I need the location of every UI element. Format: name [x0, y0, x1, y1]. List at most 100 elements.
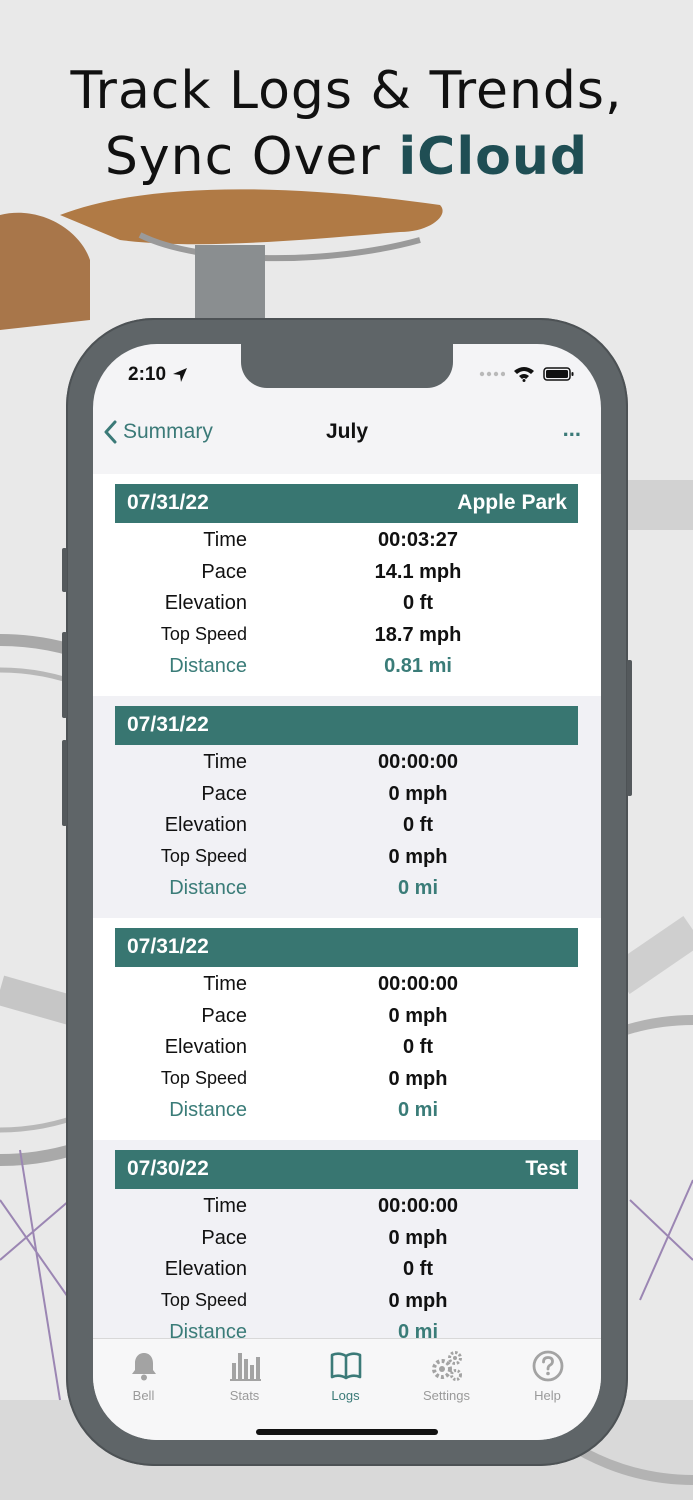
- pace-row: Pace 0 mph: [93, 1224, 601, 1255]
- log-card[interactable]: 07/30/22 Test Time 00:00:00 Pace 0 mph Ele…: [93, 1140, 601, 1338]
- distance-value: 0 mi: [397, 877, 439, 899]
- top-speed-label: Top Speed: [160, 846, 247, 866]
- log-card-header: 07/30/22 Test: [115, 1150, 578, 1189]
- phone-volume-up: [62, 632, 67, 718]
- log-date: 07/31/22: [127, 935, 209, 958]
- top-speed-value: 0 mph: [388, 846, 448, 868]
- tab-logs-label: Logs: [331, 1388, 360, 1403]
- signal-dots-icon: [479, 371, 505, 377]
- log-card-header: 07/31/22: [115, 706, 578, 745]
- bell-icon: [131, 1353, 156, 1381]
- elevation-value: 0 ft: [403, 814, 433, 836]
- distance-row: Distance 0 mi: [93, 1096, 601, 1127]
- distance-label: Distance: [169, 1321, 247, 1338]
- time-row: Time 00:00:00: [93, 970, 601, 1001]
- elevation-value: 0 ft: [403, 1036, 433, 1058]
- log-card-header: 07/31/22 Apple Park: [115, 484, 578, 523]
- tab-bell-label: Bell: [132, 1388, 155, 1403]
- log-date: 07/31/22: [127, 491, 209, 514]
- home-indicator: [256, 1429, 438, 1435]
- elevation-label: Elevation: [164, 592, 247, 614]
- elevation-label: Elevation: [164, 1258, 247, 1280]
- headline-accent: iCloud: [398, 127, 589, 187]
- pace-label: Pace: [201, 1227, 247, 1249]
- headline-line-1: Track Logs & Trends,: [70, 61, 623, 121]
- status-time: 2:10: [128, 364, 167, 385]
- more-button[interactable]: ...: [563, 416, 581, 442]
- distance-label: Distance: [169, 1099, 247, 1121]
- pace-value: 0 mph: [388, 1227, 448, 1249]
- log-location: Test: [525, 1157, 567, 1180]
- tab-bell[interactable]: Bell: [93, 1349, 194, 1403]
- time-row: Time 00:03:27: [93, 526, 601, 557]
- phone-volume-down: [62, 740, 67, 826]
- tab-logs[interactable]: Logs: [295, 1349, 396, 1403]
- top-speed-row: Top Speed 18.7 mph: [93, 621, 601, 652]
- page-title: July: [325, 420, 369, 443]
- elevation-label: Elevation: [164, 814, 247, 836]
- time-label: Time: [203, 1195, 247, 1217]
- pace-label: Pace: [201, 783, 247, 805]
- headline-line-2-prefix: Sync Over: [104, 127, 399, 187]
- phone-mute-switch: [62, 548, 67, 592]
- top-speed-label: Top Speed: [160, 1068, 247, 1088]
- distance-label: Distance: [169, 877, 247, 899]
- time-row: Time 00:00:00: [93, 748, 601, 779]
- tab-stats[interactable]: Stats: [194, 1349, 295, 1403]
- time-value: 00:00:00: [377, 751, 459, 773]
- time-value: 00:00:00: [377, 1195, 459, 1217]
- battery-icon: [543, 367, 574, 381]
- distance-row: Distance 0 mi: [93, 874, 601, 905]
- elevation-value: 0 ft: [403, 1258, 433, 1280]
- elevation-row: Elevation 0 ft: [93, 1255, 601, 1286]
- top-speed-row: Top Speed 0 mph: [93, 843, 601, 874]
- location-arrow-icon: [173, 368, 187, 382]
- headline-line-2: Sync Over iCloud: [0, 124, 693, 190]
- top-speed-label: Top Speed: [160, 624, 247, 644]
- log-list[interactable]: 07/31/22 Apple Park Time 00:03:27 Pace 14.…: [93, 474, 601, 1338]
- phone-screen: 2:10 Summary July ... 07/31/22 Apple Par…: [93, 344, 601, 1440]
- tab-help[interactable]: Help: [497, 1349, 598, 1403]
- distance-value: 0 mi: [397, 1321, 439, 1338]
- wifi-icon: [514, 367, 534, 382]
- log-card[interactable]: 07/31/22 Apple Park Time 00:03:27 Pace 14.…: [93, 474, 601, 696]
- time-row: Time 00:00:00: [93, 1192, 601, 1223]
- time-label: Time: [203, 529, 247, 551]
- time-value: 00:00:00: [377, 973, 459, 995]
- pace-row: Pace 0 mph: [93, 780, 601, 811]
- elevation-row: Elevation 0 ft: [93, 589, 601, 620]
- elevation-row: Elevation 0 ft: [93, 1033, 601, 1064]
- pace-value: 0 mph: [388, 783, 448, 805]
- distance-label: Distance: [169, 655, 247, 677]
- pace-label: Pace: [201, 561, 247, 583]
- pace-value: 14.1 mph: [374, 561, 462, 583]
- tab-stats-label: Stats: [229, 1388, 260, 1403]
- bar-chart-icon: [229, 1353, 261, 1381]
- top-speed-row: Top Speed 0 mph: [93, 1065, 601, 1096]
- navigation-bar: Summary July ...: [93, 404, 601, 474]
- gears-icon: [431, 1351, 462, 1381]
- top-speed-row: Top Speed 0 mph: [93, 1287, 601, 1318]
- tab-settings[interactable]: Settings: [396, 1349, 497, 1403]
- log-date: 07/30/22: [127, 1157, 209, 1180]
- distance-value: 0 mi: [397, 1099, 439, 1121]
- question-circle-icon: [532, 1350, 563, 1382]
- tab-bar: Bell Stats Logs Settings Help: [93, 1338, 601, 1440]
- log-date: 07/31/22: [127, 713, 209, 736]
- log-location: Apple Park: [457, 491, 567, 514]
- phone-notch: [241, 344, 453, 388]
- tab-help-label: Help: [534, 1388, 561, 1403]
- log-card[interactable]: 07/31/22 Time 00:00:00 Pace 0 mph Elevatio…: [93, 696, 601, 918]
- top-speed-label: Top Speed: [160, 1290, 247, 1310]
- elevation-row: Elevation 0 ft: [93, 811, 601, 842]
- distance-row: Distance 0 mi: [93, 1318, 601, 1338]
- top-speed-value: 0 mph: [388, 1290, 448, 1312]
- book-icon: [330, 1352, 361, 1380]
- pace-label: Pace: [201, 1005, 247, 1027]
- pace-row: Pace 14.1 mph: [93, 558, 601, 589]
- log-card[interactable]: 07/31/22 Time 00:00:00 Pace 0 mph Elevatio…: [93, 918, 601, 1140]
- top-speed-value: 0 mph: [388, 1068, 448, 1090]
- elevation-label: Elevation: [164, 1036, 247, 1058]
- time-label: Time: [203, 751, 247, 773]
- status-right: [479, 366, 575, 382]
